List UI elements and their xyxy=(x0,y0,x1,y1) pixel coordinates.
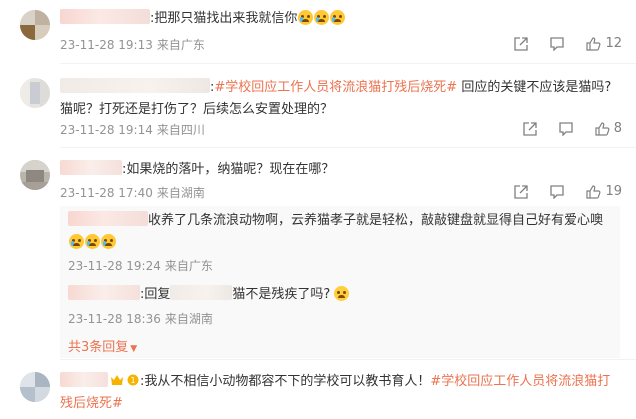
caret-down-icon: ▼ xyxy=(130,344,138,354)
like-count: 12 xyxy=(605,36,622,51)
reply-prefix: :回复 xyxy=(140,287,171,302)
reply-text: 猫不是残疾了吗? xyxy=(232,287,331,302)
cry-emoji-icon xyxy=(85,234,100,249)
comment-item: :如果烧的落叶，纳猫呢？现在在哪？ 23-11-28 17:40 来自湖南 19 … xyxy=(0,148,636,358)
timestamp: 23-11-28 19:24 xyxy=(68,259,161,273)
like-button[interactable]: 19 xyxy=(586,184,622,199)
reply-button[interactable] xyxy=(550,36,565,51)
avatar[interactable] xyxy=(20,372,50,402)
comment-meta: 23-11-28 19:14 来自四川 xyxy=(60,122,205,138)
location: 来自广东 xyxy=(164,259,213,273)
cry-emoji-icon xyxy=(69,234,84,249)
comment-actions: 8 xyxy=(501,121,622,136)
cry-emoji-icon xyxy=(298,10,314,25)
comment-text: 回应的关键不应该是猫吗? xyxy=(457,80,612,95)
reply-body: 收养了几条流浪动物啊，云养猫孝子就是轻松，敲敲键盘就显得自己好有爱心噢 xyxy=(68,211,603,231)
username[interactable] xyxy=(60,372,108,387)
username[interactable] xyxy=(60,160,122,175)
share-button[interactable] xyxy=(514,184,529,199)
avatar[interactable] xyxy=(20,10,50,40)
reply-meta: 23-11-28 18:36 来自湖南 xyxy=(68,311,213,327)
reply-button[interactable] xyxy=(559,121,573,136)
reply-body: :回复 猫不是残疾了吗? xyxy=(68,285,350,305)
comment-meta: 23-11-28 19:13 来自广东 xyxy=(60,37,205,53)
vip-badge-icon: 1 xyxy=(127,374,139,386)
comment-actions: 12 xyxy=(492,36,622,51)
comment-body: :把那只猫找出来我就信你 xyxy=(60,9,346,29)
topic-link[interactable]: #学校回应工作人员将流浪猫打 xyxy=(430,374,610,389)
comment-text: 如果烧的落叶，纳猫呢？现在在哪？ xyxy=(126,162,335,177)
comment-body: :如果烧的落叶，纳猫呢？现在在哪？ xyxy=(60,160,334,180)
username[interactable] xyxy=(68,285,140,300)
comment-text: 我从不相信小动物都容不下的学校可以教书育人！ xyxy=(144,374,431,389)
comment-body: :#学校回应工作人员将流浪猫打残后烧死# 回应的关键不应该是猫吗? xyxy=(60,78,611,98)
smirk-emoji-icon xyxy=(334,286,350,301)
comment-text: 把那只猫找出来我就信你 xyxy=(154,11,298,26)
share-icon xyxy=(514,36,529,51)
comment-body: 1:我从不相信小动物都容不下的学校可以教书育人！#学校回应工作人员将流浪猫打 xyxy=(60,372,610,392)
location: 来自广东 xyxy=(156,38,205,52)
share-icon xyxy=(514,184,529,199)
topic-link[interactable]: #学校回应工作人员将流浪猫打残后烧死# xyxy=(214,80,457,95)
share-button[interactable] xyxy=(523,121,537,136)
crown-icon xyxy=(111,375,123,385)
reply-emojis xyxy=(68,233,116,253)
comment-icon xyxy=(550,184,565,199)
thumbs-up-icon xyxy=(586,36,601,51)
comment-body-line2: 猫呢？打死还是打伤了？后续怎么安置处理的？ xyxy=(60,102,334,117)
cry-emoji-icon xyxy=(330,10,346,25)
avatar[interactable] xyxy=(20,160,50,190)
svg-text:1: 1 xyxy=(130,376,135,385)
timestamp: 23-11-28 19:13 xyxy=(60,38,153,52)
timestamp: 23-11-28 17:40 xyxy=(60,186,153,200)
location: 来自四川 xyxy=(156,123,205,137)
reply-target-username[interactable] xyxy=(170,285,233,300)
username[interactable] xyxy=(60,78,210,93)
topic-link-continued[interactable]: 残后烧死# xyxy=(60,394,123,414)
comment-item: :把那只猫找出来我就信你 23-11-28 19:13 来自广东 12 xyxy=(0,0,636,62)
thumbs-up-icon xyxy=(595,121,610,136)
more-replies-link[interactable]: 共3条回复 ▼ xyxy=(68,336,137,355)
comment-actions: 19 xyxy=(492,184,622,199)
cry-emoji-icon xyxy=(101,234,116,249)
reply-button[interactable] xyxy=(550,184,565,199)
comment-icon xyxy=(550,36,565,51)
comment-icon xyxy=(559,121,573,136)
username[interactable] xyxy=(68,211,148,226)
comment-item: :#学校回应工作人员将流浪猫打残后烧死# 回应的关键不应该是猫吗? 猫呢？打死还… xyxy=(0,64,636,146)
like-button[interactable]: 8 xyxy=(595,121,622,136)
like-count: 8 xyxy=(613,121,622,136)
timestamp: 23-11-28 19:14 xyxy=(60,123,153,137)
cry-emoji-icon xyxy=(314,10,330,25)
reply-meta: 23-11-28 19:24 来自广东 xyxy=(68,258,213,274)
thumbs-up-icon xyxy=(586,184,601,199)
share-button[interactable] xyxy=(514,36,529,51)
reply-text: 收养了几条流浪动物啊，云养猫孝子就是轻松，敲敲键盘就显得自己好有爱心噢 xyxy=(148,213,604,228)
like-count: 19 xyxy=(605,184,622,199)
username[interactable] xyxy=(60,9,150,24)
comment-meta: 23-11-28 17:40 来自湖南 xyxy=(60,185,205,201)
location: 来自湖南 xyxy=(164,312,213,326)
location: 来自湖南 xyxy=(156,186,205,200)
reply-list: 收养了几条流浪动物啊，云养猫孝子就是轻松，敲敲键盘就显得自己好有爱心噢 23-1… xyxy=(60,206,620,358)
like-button[interactable]: 12 xyxy=(586,36,622,51)
comment-item: 1:我从不相信小动物都容不下的学校可以教书育人！#学校回应工作人员将流浪猫打 残… xyxy=(0,360,636,419)
timestamp: 23-11-28 18:36 xyxy=(68,312,161,326)
avatar[interactable] xyxy=(20,78,50,108)
share-icon xyxy=(523,121,537,136)
